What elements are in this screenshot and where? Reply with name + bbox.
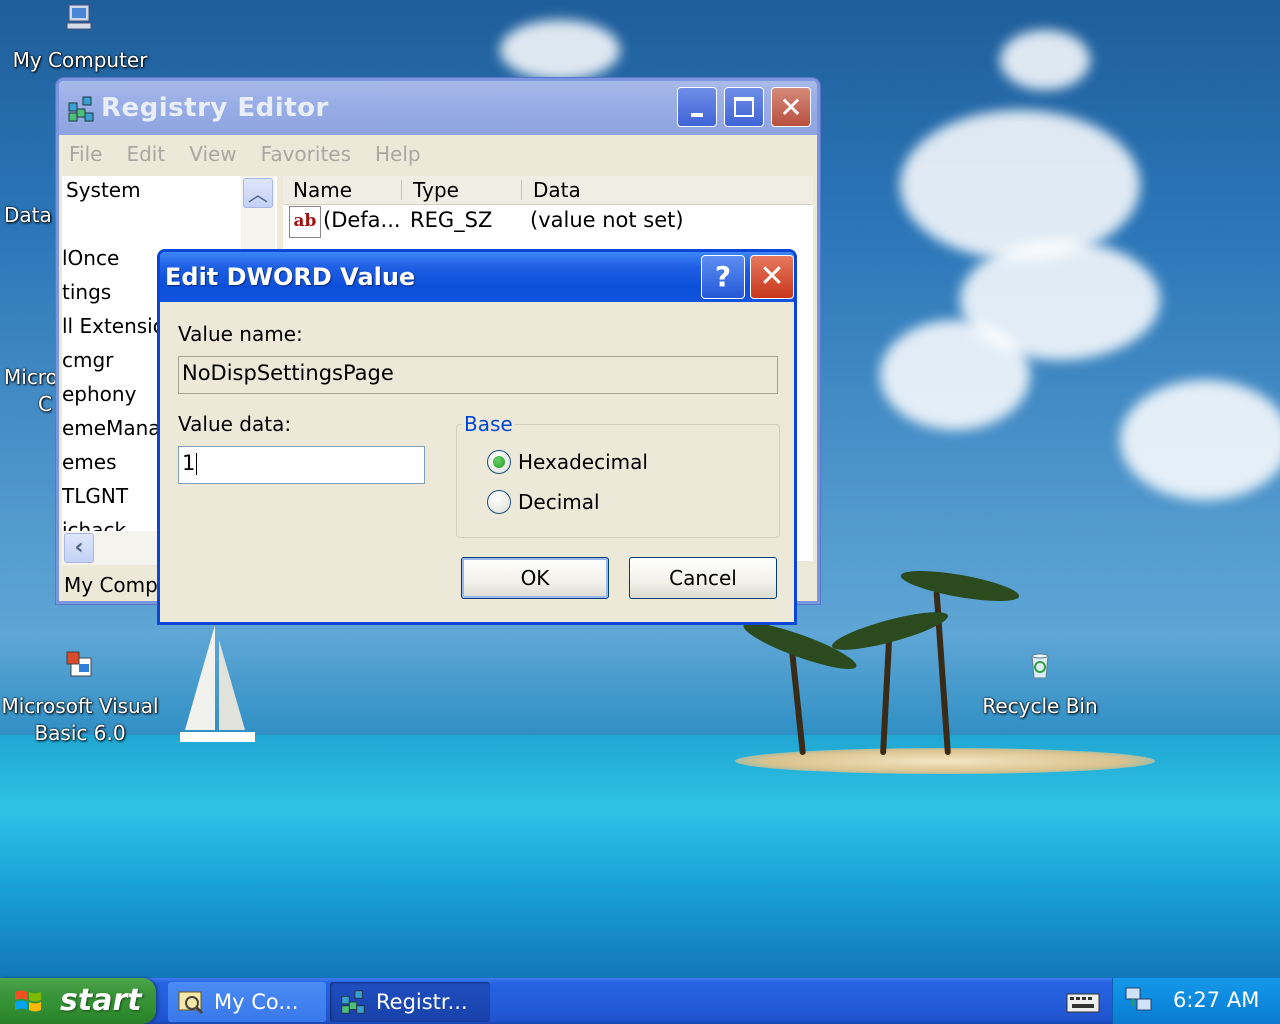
windows-logo-icon <box>15 990 41 1012</box>
cloud <box>500 20 620 80</box>
visual-basic-icon <box>66 651 92 677</box>
cloud <box>1000 30 1090 90</box>
cloud <box>1120 380 1280 500</box>
desktop-icon-label: Basic 6.0 <box>34 721 126 745</box>
menu-file[interactable]: File <box>69 142 102 166</box>
desktop-icon-micro[interactable]: Micro C <box>4 364 64 418</box>
value-data-text: 1 <box>182 451 196 475</box>
string-value-icon: ab <box>289 206 321 238</box>
desktop-icon-label: Data <box>4 203 52 227</box>
dialog-title: Edit DWORD Value <box>165 263 416 291</box>
cloud <box>880 320 1030 430</box>
value-name-field[interactable]: NoDispSettingsPage <box>178 356 778 394</box>
hexadecimal-label[interactable]: Hexadecimal <box>518 450 648 474</box>
decimal-radio[interactable] <box>487 490 511 514</box>
desktop-icon-my-computer[interactable]: My Computer <box>10 2 150 74</box>
close-icon: ✕ <box>759 259 785 294</box>
keyboard-icon[interactable] <box>1066 988 1100 1014</box>
chevron-left-icon: ‹ <box>74 535 84 560</box>
taskbar-item-my-computer[interactable]: My Co... <box>168 982 326 1022</box>
value-name-label: Value name: <box>178 322 303 346</box>
column-separator[interactable] <box>521 180 522 200</box>
desktop-icon-label: Recycle Bin <box>982 694 1098 718</box>
column-header-name[interactable]: Name <box>293 178 352 202</box>
menu-edit[interactable]: Edit <box>126 142 165 166</box>
menu-help[interactable]: Help <box>375 142 421 166</box>
list-header: Name Type Data <box>283 176 813 205</box>
window-title: Registry Editor <box>101 93 329 123</box>
decimal-label[interactable]: Decimal <box>518 490 600 514</box>
close-button[interactable]: ✕ <box>771 87 811 127</box>
tree-node[interactable]: System <box>66 178 141 202</box>
scroll-left-button[interactable]: ‹ <box>64 533 94 563</box>
menu-favorites[interactable]: Favorites <box>261 142 351 166</box>
taskbar-item-label: Registr... <box>376 990 468 1014</box>
dialog-close-button[interactable]: ✕ <box>750 255 794 299</box>
column-header-type[interactable]: Type <box>413 178 459 202</box>
cloud <box>900 110 1140 260</box>
cancel-button[interactable]: Cancel <box>629 557 777 599</box>
status-text: My Compu <box>64 573 171 597</box>
menu-bar: File Edit View Favorites Help <box>59 135 817 173</box>
scroll-up-button[interactable]: ︿ <box>243 178 273 208</box>
help-icon: ? <box>714 260 732 293</box>
desktop-icon-label: Micro <box>4 365 58 389</box>
tree-node[interactable]: emes <box>62 450 117 474</box>
ok-button[interactable]: OK <box>461 557 609 599</box>
minimize-button[interactable] <box>677 87 717 127</box>
sea <box>0 735 1280 980</box>
clock[interactable]: 6:27 AM <box>1173 988 1259 1012</box>
tree-node[interactable]: lOnce <box>62 246 119 270</box>
desktop-icon-label: My Computer <box>12 48 148 72</box>
table-row[interactable]: ab (Defa... REG_SZ (value not set) <box>283 206 813 238</box>
registry-icon <box>341 990 365 1014</box>
registry-editor-title-bar[interactable]: Registry Editor ✕ <box>59 81 817 135</box>
recycle-bin-icon <box>1031 653 1049 679</box>
tree-node[interactable]: tings <box>62 280 111 304</box>
value-name-text: NoDispSettingsPage <box>182 361 394 385</box>
explorer-window-icon <box>178 991 204 1015</box>
taskbar-item-label: My Co... <box>214 990 299 1014</box>
maximize-icon <box>734 97 754 117</box>
tree-node[interactable]: TLGNT <box>62 484 128 508</box>
start-button[interactable]: start <box>0 978 156 1024</box>
taskbar: start My Co... Registr... 6:27 AM <box>0 978 1280 1024</box>
base-group <box>456 424 780 538</box>
maximize-button[interactable] <box>724 87 764 127</box>
hexadecimal-radio[interactable] <box>487 450 511 474</box>
column-header-data[interactable]: Data <box>533 178 581 202</box>
edit-dword-dialog: Edit DWORD Value ? ✕ Value name: NoDispS… <box>157 249 797 625</box>
desktop-icon-label: Microsoft Visual <box>1 694 159 718</box>
value-data-input[interactable]: 1 <box>178 446 425 484</box>
value-data-label: Value data: <box>178 412 292 436</box>
text-caret <box>196 453 198 475</box>
palm-leaf <box>899 564 1021 608</box>
column-separator[interactable] <box>401 180 402 200</box>
help-button[interactable]: ? <box>701 255 745 299</box>
tree-node[interactable]: ll Extensio <box>62 314 165 338</box>
menu-view[interactable]: View <box>189 142 236 166</box>
desktop-icon-data[interactable]: Data <box>4 202 64 229</box>
base-group-label: Base <box>462 412 515 436</box>
network-icon[interactable] <box>1123 984 1155 1016</box>
row-data: (value not set) <box>530 208 684 232</box>
tree-node[interactable]: ephony <box>62 382 136 406</box>
minimize-icon <box>691 113 703 117</box>
tree-node[interactable]: cmgr <box>62 348 113 372</box>
desktop-icon-vb6[interactable]: Microsoft Visual Basic 6.0 <box>0 648 160 747</box>
sailboat <box>180 625 255 742</box>
registry-icon <box>68 96 94 122</box>
chevron-up-icon: ︿ <box>248 182 268 206</box>
dialog-title-bar[interactable]: Edit DWORD Value ? ✕ <box>160 252 794 302</box>
row-type: REG_SZ <box>410 208 493 232</box>
computer-icon <box>66 4 92 30</box>
row-name: (Defa... <box>323 208 401 232</box>
desktop-icon-label: C <box>38 392 52 416</box>
close-icon: ✕ <box>779 90 803 124</box>
desktop-icon-recycle-bin[interactable]: Recycle Bin <box>970 648 1110 720</box>
start-label: start <box>60 983 142 1018</box>
taskbar-item-registry-editor[interactable]: Registr... <box>330 982 490 1022</box>
